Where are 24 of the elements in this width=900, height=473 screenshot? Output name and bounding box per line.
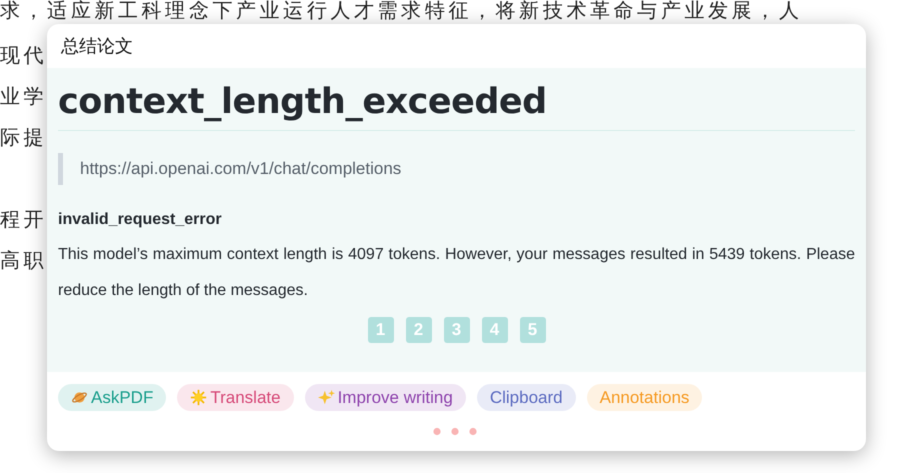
loading-dots-icon <box>432 427 478 436</box>
error-message: This model’s maximum context length is 4097 tokens. However, your messages resulted in 5439 tokens. Please reduce the length of the messages. <box>58 245 855 301</box>
document-text: 现代 <box>0 44 48 69</box>
document-text: 高职 <box>0 249 48 274</box>
error-heading: context_length_exceeded <box>58 82 855 131</box>
url-quote: https://api.openai.com/v1/chat/completions <box>58 153 855 185</box>
popup-title: 总结论文 <box>61 35 133 58</box>
document-text: 程开 <box>0 208 48 233</box>
page-button[interactable]: 2 <box>406 317 432 343</box>
action-chip[interactable]: AskPDF <box>58 384 166 411</box>
page-button[interactable]: 5 <box>520 317 546 343</box>
document-text: 求，适应新工科理念下产业运行人才需求特征，将新技术革命与产业发展，人 <box>0 0 802 24</box>
document-text: 业学 <box>0 85 48 110</box>
page-button[interactable]: 1 <box>368 317 394 343</box>
action-chip[interactable]: Annotations <box>586 384 702 411</box>
action-chip[interactable]: Translate <box>177 384 294 411</box>
page-button[interactable]: 4 <box>482 317 508 343</box>
error-type: invalid_request_error <box>58 211 223 229</box>
action-chip[interactable]: Clipboard <box>476 384 576 411</box>
sparkles-icon <box>318 389 335 406</box>
page-button[interactable]: 3 <box>444 317 470 343</box>
sun-icon <box>190 389 208 406</box>
action-chip[interactable]: Improve writing <box>304 384 466 411</box>
document-text: 际提 <box>0 126 48 151</box>
